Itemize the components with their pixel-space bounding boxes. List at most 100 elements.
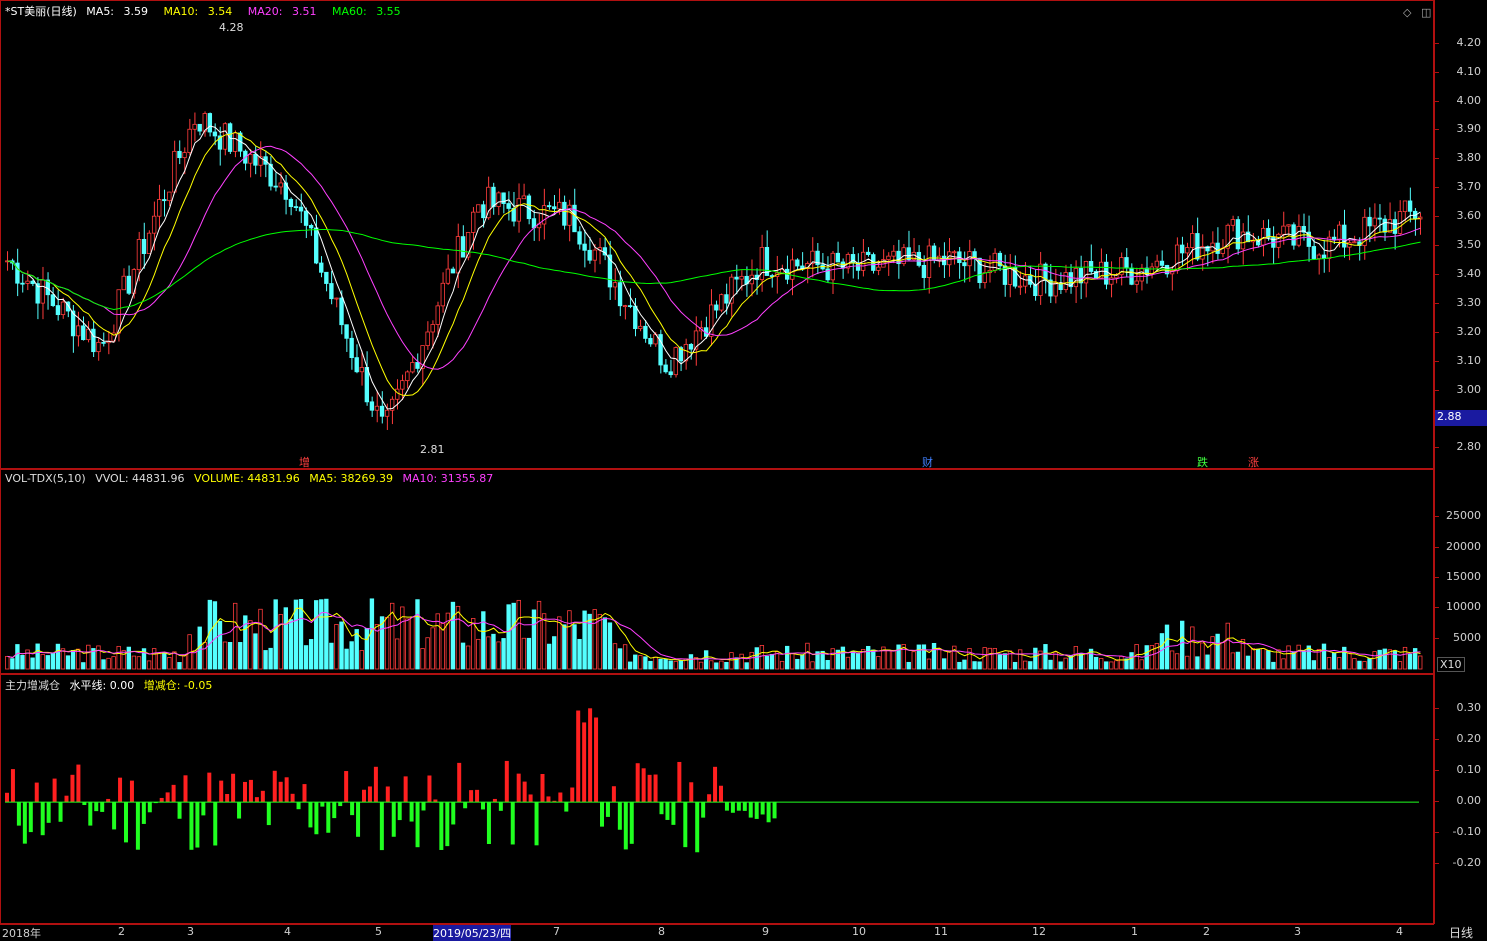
- volume-bar: [217, 620, 223, 670]
- candle-body: [1276, 233, 1281, 248]
- price-chart[interactable]: [1, 1, 1433, 468]
- volume-bar: [1012, 661, 1018, 670]
- event-mark-zhang[interactable]: 涨: [1248, 454, 1259, 470]
- indicator-bar: [409, 802, 414, 822]
- candle-body: [60, 301, 66, 316]
- volume-bar: [76, 648, 81, 670]
- candle-body: [628, 305, 633, 308]
- volume-bar: [698, 661, 704, 670]
- volume-bar: [582, 610, 587, 670]
- y-tick-label: 4.20: [1456, 35, 1482, 49]
- candle-body: [516, 198, 521, 222]
- indicator-bar: [659, 802, 664, 815]
- y-tick-mark: [1435, 607, 1439, 609]
- indicator-bar: [683, 802, 688, 848]
- volume-bar: [531, 609, 537, 670]
- volume-bar: [455, 605, 461, 670]
- indicator-bar: [76, 764, 81, 803]
- candle-body: [1286, 224, 1291, 227]
- volume-bar: [754, 647, 759, 670]
- candle-body: [1129, 267, 1134, 285]
- candle-body: [101, 341, 106, 344]
- candle-body: [506, 203, 511, 209]
- indicator-bar: [617, 802, 622, 830]
- event-mark-die[interactable]: 跌: [1197, 454, 1208, 470]
- candle-body: [344, 324, 349, 339]
- volume-axis: X10 25000 20000 15000 10000 5000: [1434, 469, 1487, 674]
- price-panel[interactable]: *ST美丽(日线) MA5: 3.59 MA10: 3.54 MA20: 3.5…: [0, 0, 1434, 469]
- candle-body: [374, 405, 380, 411]
- indicator-bar: [16, 802, 21, 826]
- y-tick-label: -0.10: [1452, 825, 1481, 839]
- volume-bar: [962, 659, 967, 670]
- volume-bar: [1301, 650, 1306, 670]
- volume-bar: [552, 636, 557, 670]
- x-tick-label: 7: [553, 925, 560, 938]
- volume-bar: [896, 644, 901, 670]
- indicator-bar: [748, 802, 753, 818]
- indicator-bar: [243, 781, 247, 803]
- indicator-bar: [189, 802, 194, 850]
- volume-bar: [486, 636, 491, 670]
- volume-bar: [810, 661, 815, 670]
- window-toggle-icon[interactable]: ◫: [1421, 6, 1431, 19]
- volume-panel[interactable]: VOL-TDX(5,10) VVOL: 44831.96 VOLUME: 448…: [0, 469, 1434, 674]
- candle-body: [830, 252, 835, 281]
- stock-name: *ST美丽(日线): [5, 5, 77, 18]
- indicator-bar: [724, 802, 729, 811]
- candle-body: [384, 409, 390, 417]
- indicator-bar: [671, 802, 676, 825]
- indicator-bar: [5, 792, 9, 803]
- indicator-bar: [469, 790, 474, 803]
- volume-chart[interactable]: [1, 470, 1433, 673]
- indicator-bar: [159, 797, 164, 803]
- change-label: 增减仓: -0.05: [143, 679, 213, 692]
- volume-bar: [617, 648, 623, 670]
- indicator-bar: [736, 802, 741, 811]
- event-mark-zeng[interactable]: 增: [299, 454, 310, 470]
- volume-bar: [1331, 652, 1337, 670]
- candle-body: [1053, 282, 1058, 297]
- vol-name: VOL-TDX(5,10): [5, 472, 86, 485]
- candle-body: [1342, 224, 1347, 248]
- volume-bar: [653, 656, 658, 670]
- candle-body: [298, 206, 304, 212]
- candle-body: [638, 325, 643, 330]
- indicator-bar: [730, 802, 735, 813]
- indicator-bar: [439, 802, 444, 850]
- volume-bar: [866, 645, 871, 670]
- candle-body: [40, 279, 45, 304]
- volume-bar: [1002, 653, 1008, 670]
- volume-bar: [916, 644, 922, 670]
- volume-bar: [40, 654, 45, 670]
- indicator-chart[interactable]: [1, 675, 1433, 923]
- volume-bar: [278, 614, 283, 670]
- candle-body: [1159, 260, 1165, 266]
- indicator-bar: [701, 802, 706, 818]
- indicator-bar: [600, 802, 604, 827]
- x-tick-label: 9: [762, 925, 769, 938]
- indicator-panel[interactable]: 主力增减仓 水平线: 0.00 增减仓: -0.05: [0, 674, 1434, 924]
- indicator-bar: [594, 717, 599, 803]
- candle-body: [20, 282, 25, 285]
- y-tick-mark: [1435, 360, 1439, 362]
- volume-bar: [202, 642, 207, 670]
- volume-bar: [1235, 651, 1241, 670]
- volume-bar: [602, 617, 608, 670]
- volume-bar: [1043, 644, 1048, 670]
- volume-bar: [911, 651, 916, 670]
- event-mark-cai[interactable]: 财: [922, 454, 933, 470]
- candle-body: [172, 150, 177, 193]
- volume-bar: [349, 641, 354, 670]
- high-label: 4.28: [219, 21, 244, 34]
- diamond-icon[interactable]: ◇: [1403, 6, 1411, 19]
- volume-bar: [1114, 660, 1119, 670]
- volume-bar: [1230, 652, 1236, 670]
- indicator-bar: [421, 802, 426, 811]
- volume-bar: [1190, 626, 1195, 670]
- volume-bar: [1342, 646, 1347, 670]
- volume-bar: [1174, 653, 1180, 670]
- volume-bar: [638, 655, 643, 670]
- indicator-bar: [296, 802, 301, 810]
- period-button[interactable]: 日线: [1436, 924, 1486, 940]
